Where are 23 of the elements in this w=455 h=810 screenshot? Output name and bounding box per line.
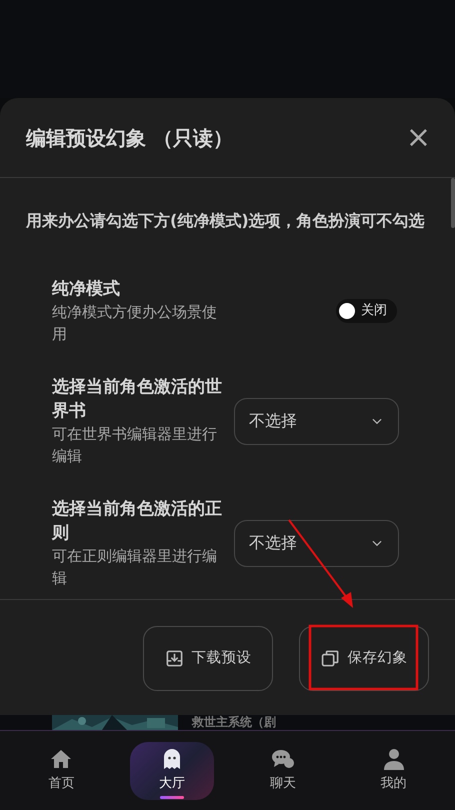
nav-tab[interactable]: 聊天 (240, 742, 325, 800)
dialog-title: 编辑预设幻象 （只读） (26, 124, 233, 152)
action-button[interactable]: 保存幻象 (299, 626, 429, 691)
copy-icon (320, 649, 340, 668)
card-title: 救世主系统（剧 (192, 715, 276, 730)
nav-tab[interactable]: 首页 (19, 742, 104, 800)
setting-label: 选择当前角色激活的正则 (52, 498, 223, 545)
close-button[interactable]: × (406, 122, 431, 152)
setting-description: 可在世界书编辑器里进行编辑 (52, 424, 218, 467)
select-dropdown[interactable]: 不选择 (234, 398, 399, 444)
nav-tab[interactable]: 我的 (352, 742, 436, 800)
hint-text: 用来办公请勾选下方(纯净模式)选项，角色扮演可不勾选 (26, 210, 426, 232)
toggle-switch[interactable]: 关闭 (336, 299, 397, 323)
setting-label: 选择当前角色激活的世界书 (52, 376, 223, 423)
setting-description: 纯净模式方便办公场景使用 (52, 302, 218, 345)
action-button[interactable]: 下载预设 (143, 626, 273, 691)
select-dropdown[interactable]: 不选择 (234, 520, 399, 566)
download-icon (164, 649, 184, 668)
nav-tab[interactable]: 大厅 (130, 742, 214, 800)
setting-label: 纯净模式 (52, 278, 121, 301)
person-icon (382, 747, 406, 772)
setting-description: 可在正则编辑器里进行编辑 (52, 546, 218, 589)
scrollbar-thumb[interactable] (451, 178, 455, 228)
